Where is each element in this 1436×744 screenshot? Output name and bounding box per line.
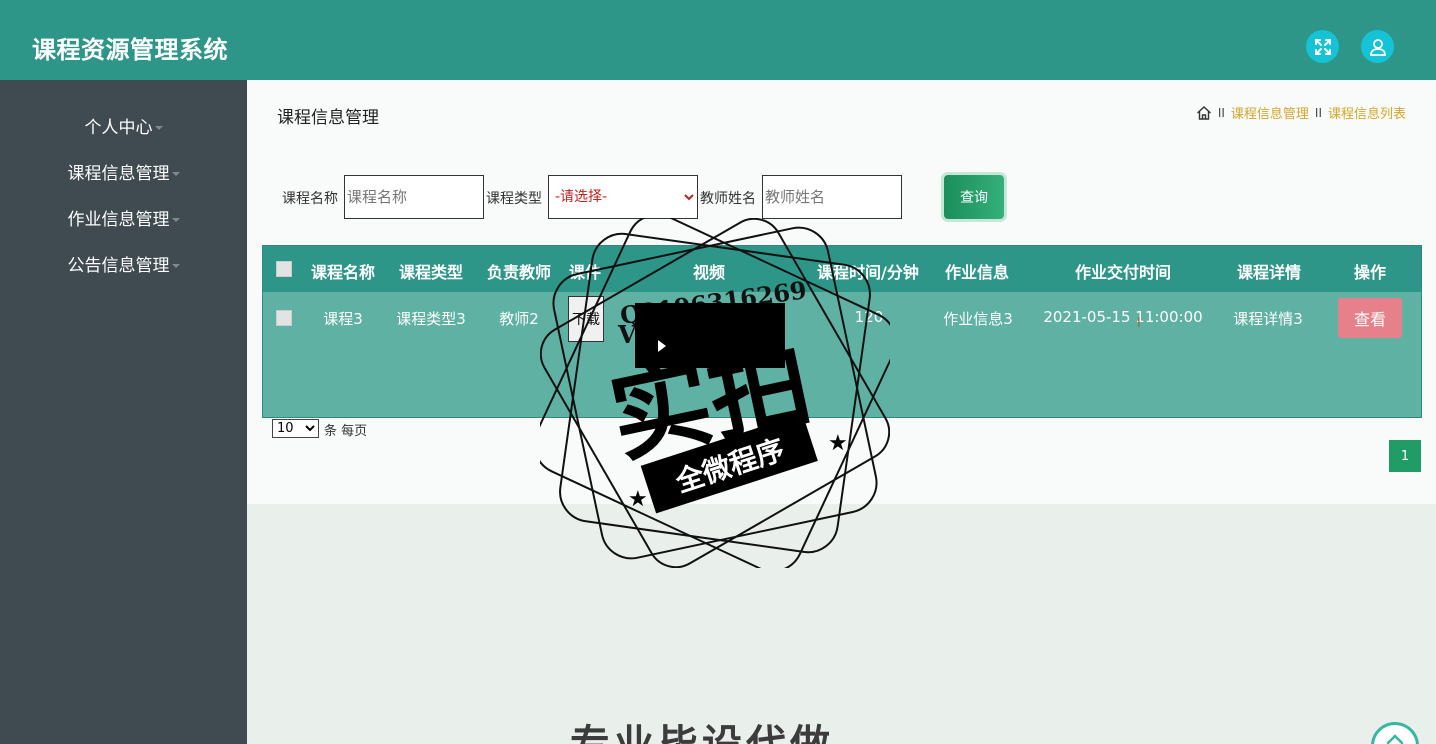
sidebar-item-course-info[interactable]: 课程信息管理 — [0, 159, 247, 184]
teacher-name-label: 教师姓名 — [700, 191, 756, 207]
sidebar-item-label: 个人中心 — [84, 118, 153, 138]
cell-duration: 120 — [854, 308, 884, 326]
column-header[interactable]: 课程详情 — [1237, 259, 1301, 283]
course-table: 课程名称 课程类型 负责教师 课件 视频 课程时间/分钟 作业信息 作业交付时间… — [262, 245, 1422, 418]
row-checkbox[interactable] — [276, 310, 292, 326]
chevron-down-icon — [171, 172, 180, 176]
chevron-up-icon — [1386, 734, 1404, 744]
cell-due-time: 2021-05-15 11:00:00 — [1043, 308, 1203, 326]
breadcrumb-separator: II — [1314, 105, 1322, 120]
home-icon[interactable] — [1196, 105, 1212, 121]
cell-homework: 作业信息3 — [943, 310, 1013, 328]
breadcrumb: II 课程信息管理 II 课程信息列表 — [1196, 103, 1406, 122]
column-header[interactable]: 作业信息 — [945, 259, 1009, 283]
course-type-select[interactable]: -请选择- — [548, 175, 698, 219]
sidebar-item-homework-info[interactable]: 作业信息管理 — [0, 205, 247, 230]
query-button[interactable]: 查询 — [944, 175, 1004, 219]
fullscreen-button[interactable] — [1306, 30, 1339, 63]
text-cursor-icon: I — [1137, 316, 1141, 331]
course-name-label: 课程名称 — [282, 191, 338, 207]
page-size-select[interactable]: 10 — [272, 419, 319, 438]
cell-course-type: 课程类型3 — [396, 310, 466, 328]
sidebar-item-label: 作业信息管理 — [67, 210, 170, 230]
sidebar-item-label: 公告信息管理 — [67, 256, 170, 276]
cell-course-name: 课程3 — [323, 310, 363, 328]
view-button[interactable]: 查看 — [1338, 298, 1402, 338]
column-header[interactable]: 负责教师 — [487, 259, 551, 283]
course-name-input[interactable] — [344, 175, 484, 219]
app-title: 课程资源管理系统 — [32, 36, 228, 64]
chevron-down-icon — [154, 126, 163, 130]
main-panel: 课程信息管理 II 课程信息管理 II 课程信息列表 课程名称 课程类型 -请选… — [247, 80, 1436, 504]
page-number-button[interactable]: 1 — [1389, 440, 1421, 472]
teacher-name-input[interactable] — [762, 175, 902, 219]
sidebar-item-personal-center[interactable]: 个人中心 — [0, 113, 247, 138]
user-button[interactable] — [1361, 30, 1394, 63]
column-header[interactable]: 视频 — [693, 259, 725, 283]
chevron-down-icon — [171, 218, 180, 222]
page-size-label: 条 每页 — [324, 424, 368, 439]
table-header: 课程名称 课程类型 负责教师 课件 视频 课程时间/分钟 作业信息 作业交付时间… — [263, 246, 1421, 292]
user-icon — [1369, 38, 1386, 56]
sidebar-item-notice-info[interactable]: 公告信息管理 — [0, 251, 247, 276]
column-header[interactable]: 课件 — [569, 259, 601, 283]
column-header[interactable]: 操作 — [1353, 259, 1387, 283]
scroll-to-top-button[interactable] — [1371, 722, 1419, 744]
sidebar: 个人中心 课程信息管理 作业信息管理 公告信息管理 — [0, 80, 247, 744]
breadcrumb-course-list[interactable]: 课程信息列表 — [1328, 103, 1406, 122]
column-header[interactable]: 作业交付时间 — [1075, 259, 1171, 283]
column-header[interactable]: 课程名称 — [311, 259, 375, 283]
top-bar: 课程资源管理系统 — [0, 0, 1436, 80]
bottom-banner-text: 专业毕设代做 — [570, 712, 834, 744]
column-header[interactable]: 课程时间/分钟 — [817, 259, 919, 283]
page-title: 课程信息管理 — [277, 108, 379, 128]
course-type-label: 课程类型 — [486, 191, 542, 207]
breadcrumb-course-info[interactable]: 课程信息管理 — [1231, 103, 1309, 122]
sidebar-item-label: 课程信息管理 — [67, 164, 170, 184]
cell-teacher: 教师2 — [499, 310, 539, 328]
column-header[interactable]: 课程类型 — [399, 259, 463, 283]
fullscreen-icon — [1314, 38, 1331, 55]
select-all-checkbox[interactable] — [276, 261, 292, 277]
cell-detail: 课程详情3 — [1233, 310, 1303, 328]
breadcrumb-separator: II — [1217, 105, 1225, 120]
download-courseware-button[interactable]: 下载 — [568, 296, 604, 342]
chevron-down-icon — [171, 264, 180, 268]
